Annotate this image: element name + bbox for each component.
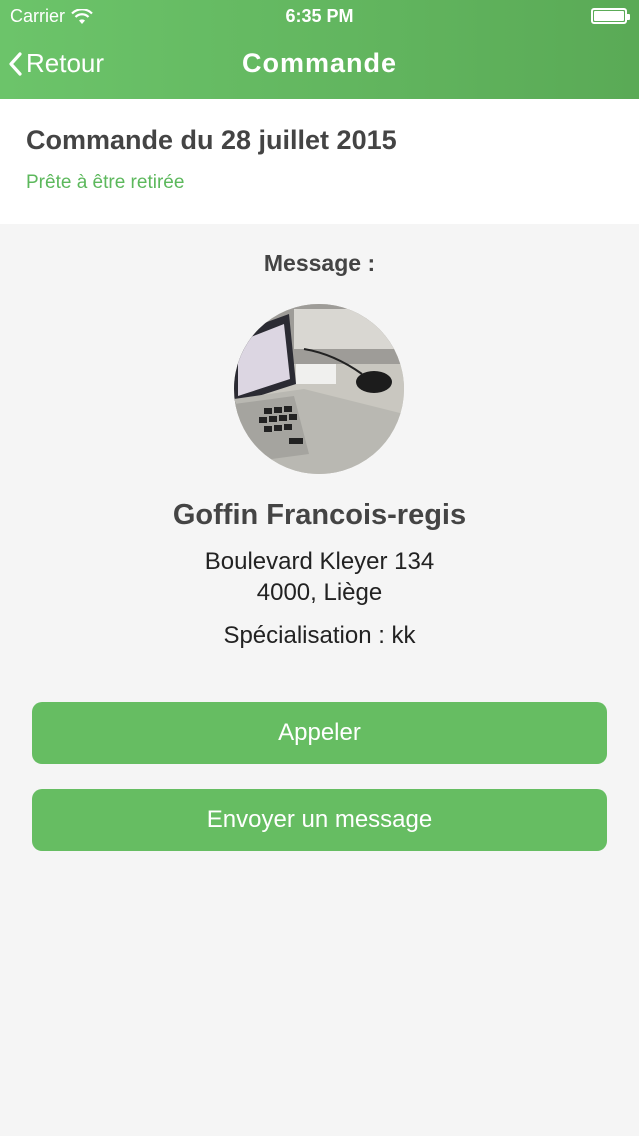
specialisation-text: Spécialisation : kk [223,622,416,649]
address-city: 4000, Liège [256,579,383,606]
order-summary-card: Commande du 28 juillet 2015 Prête à être… [0,99,639,224]
order-status: Prête à être retirée [26,172,185,193]
order-title: Commande du 28 juillet 2015 [26,125,397,155]
contact-name: Goffin Francois-regis [172,499,467,531]
call-button[interactable]: Appeler [32,702,607,764]
page-title: Commande [241,48,398,78]
address-street: Boulevard Kleyer 134 [204,548,435,575]
clock: 6:35 PM [285,6,354,26]
message-heading: Message : [263,250,376,276]
avatar-photo [234,304,404,474]
battery-icon [591,8,630,24]
avatar [234,304,404,474]
status-bar: Carrier 6:35 PM [0,0,639,34]
send-message-button[interactable]: Envoyer un message [32,789,607,851]
header: Carrier 6:35 PM Retour Commande [0,0,639,99]
navigation-bar: Retour Commande [0,34,639,99]
